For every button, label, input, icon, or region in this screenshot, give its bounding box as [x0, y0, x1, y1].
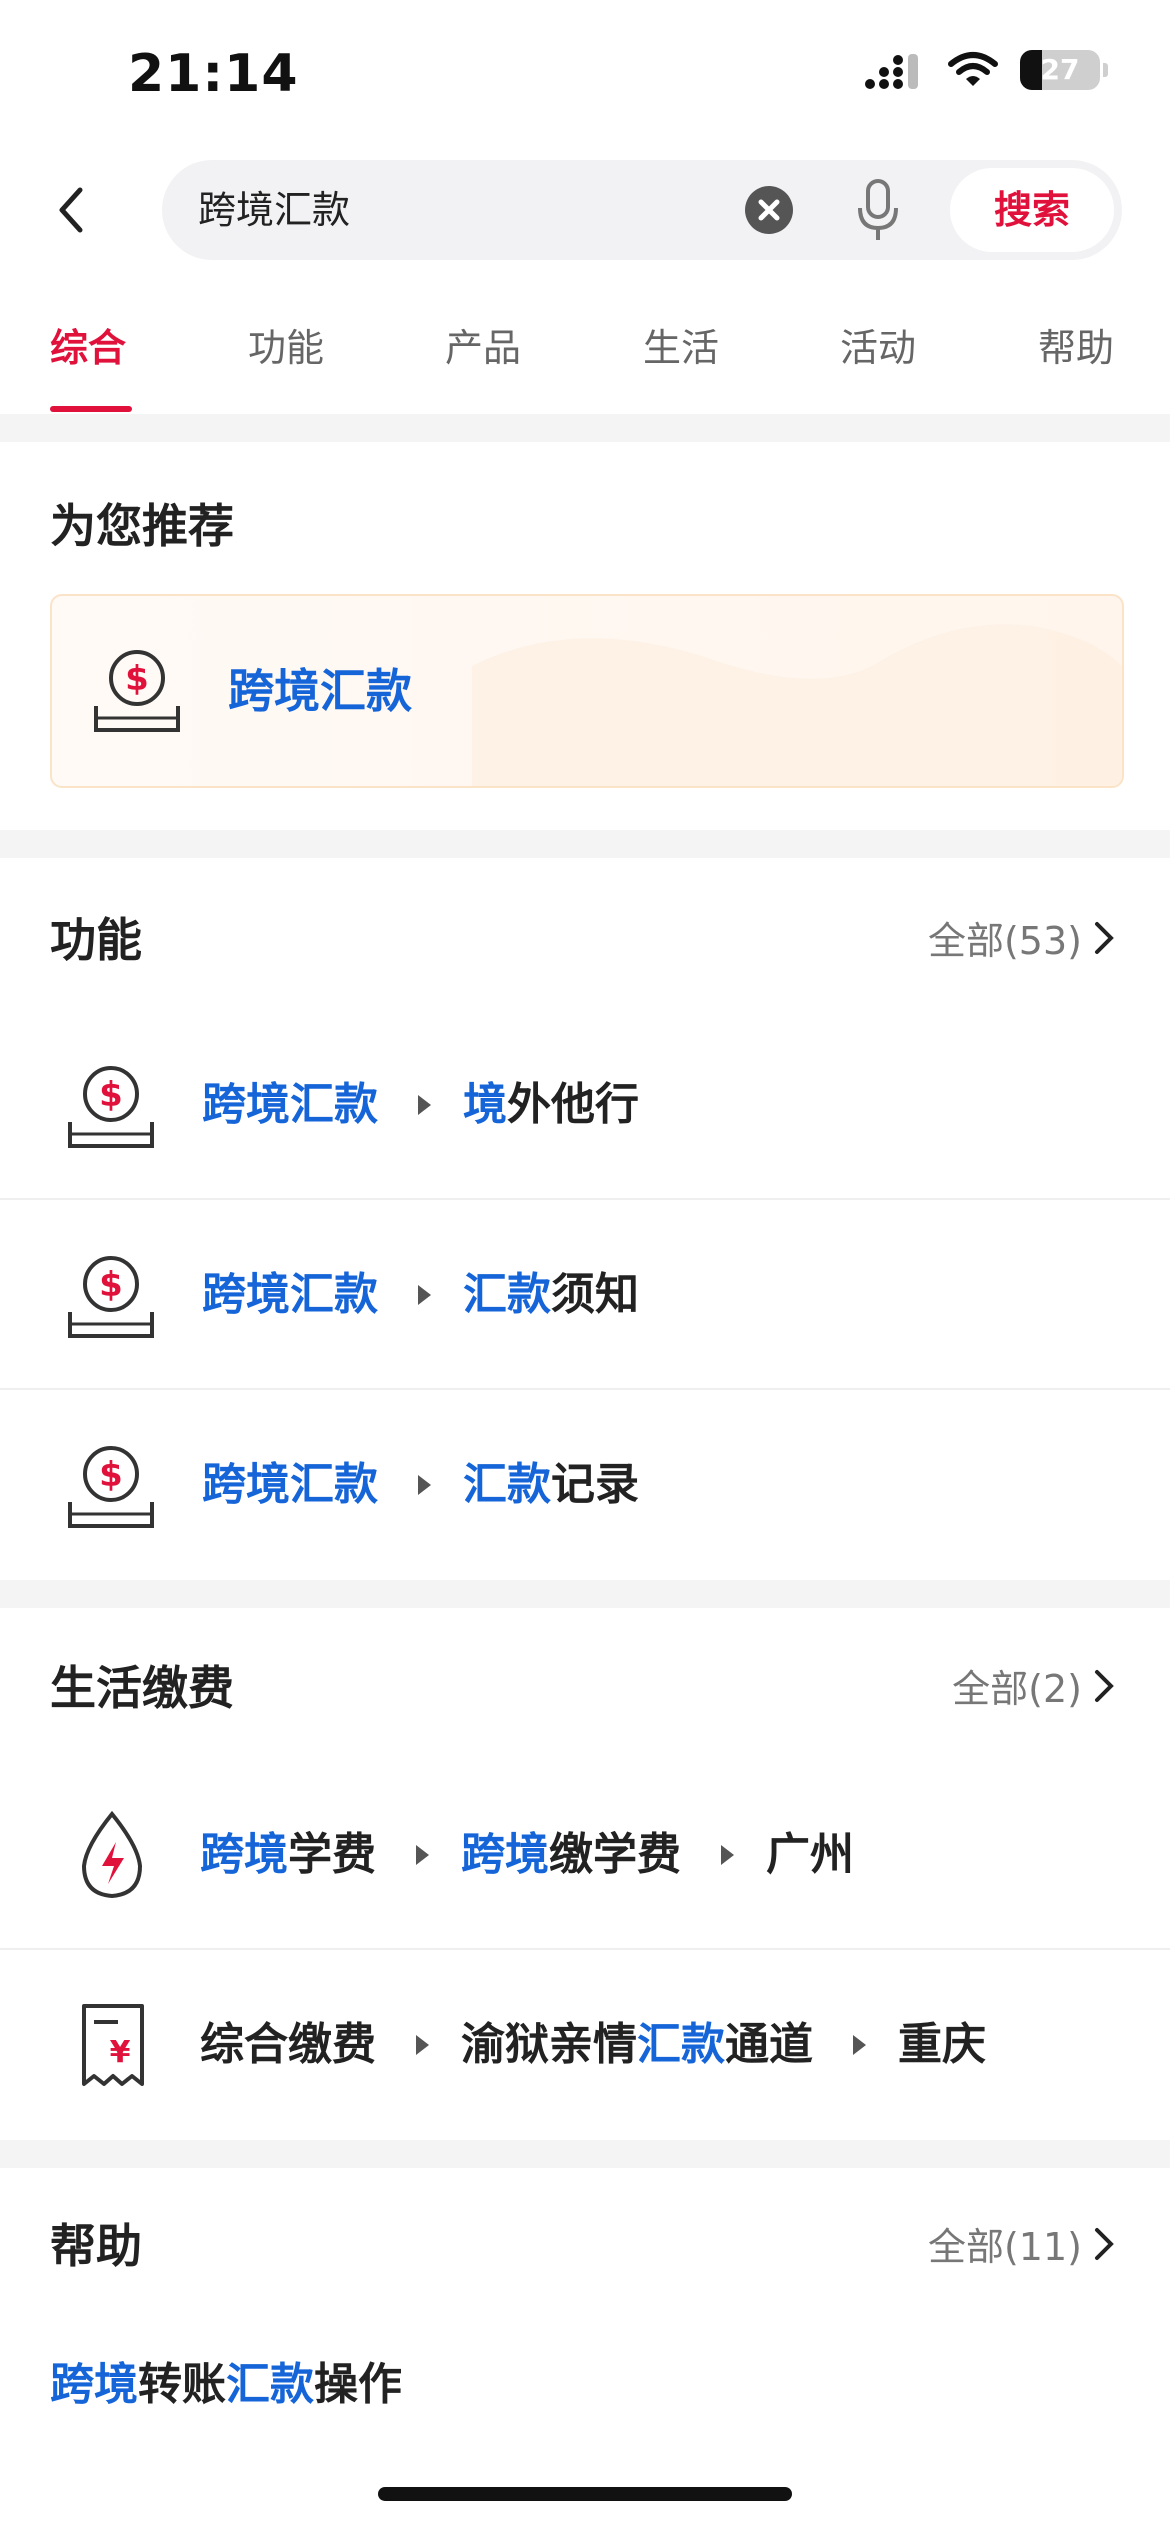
- life-payment-row[interactable]: 跨境 学费 跨境 缴学费 广州: [0, 1760, 1170, 1950]
- remittance-icon: $: [94, 650, 180, 732]
- life-payment-more-label: 全部(2): [952, 1667, 1082, 1711]
- path-segment: 缴学费: [549, 1829, 681, 1880]
- path-segment: 通道: [725, 2019, 813, 2070]
- remittance-icon: $: [68, 1446, 154, 1528]
- life-payment-more-link[interactable]: 全部(2): [952, 1658, 1116, 1713]
- path-segment: 跨境汇款: [202, 1079, 378, 1130]
- functions-more-link[interactable]: 全部(53): [928, 910, 1116, 965]
- chevron-right-icon: [1095, 2227, 1114, 2260]
- home-indicator[interactable]: [378, 2487, 792, 2501]
- path-segment: 渝狱亲情: [461, 2019, 637, 2070]
- svg-text:$: $: [99, 1455, 123, 1495]
- svg-text:$: $: [99, 1075, 123, 1115]
- life-payment-row[interactable]: ¥ 综合缴费 渝狱亲情 汇款 通道 重庆: [0, 1950, 1170, 2140]
- help-more-link[interactable]: 全部(11): [928, 2216, 1116, 2271]
- help-title: 帮助: [50, 2219, 142, 2273]
- search-input[interactable]: 跨境汇款: [198, 160, 350, 260]
- category-tabs: 综合 功能 产品 生活 活动 帮助: [0, 282, 1170, 414]
- path-segment-highlight: 汇款: [463, 1459, 551, 1510]
- section-divider: [0, 2140, 1170, 2168]
- back-arrow-icon[interactable]: [52, 180, 92, 240]
- section-divider: [0, 1580, 1170, 1608]
- svg-text:$: $: [99, 1265, 123, 1305]
- path-segment-highlight: 跨境: [461, 1829, 549, 1880]
- svg-text:$: $: [125, 659, 149, 699]
- search-header: 跨境汇款 搜索: [0, 140, 1170, 280]
- function-row-path: 跨境汇款 汇款 须知: [202, 1200, 639, 1390]
- tab-help[interactable]: 帮助: [1038, 282, 1114, 414]
- search-box[interactable]: 跨境汇款 搜索: [162, 160, 1122, 260]
- function-row-path: 跨境汇款 汇款 记录: [202, 1390, 639, 1580]
- chevron-right-icon: [1095, 921, 1114, 954]
- function-row[interactable]: $ 跨境汇款 汇款 记录: [0, 1390, 1170, 1580]
- utility-drop-icon: [81, 1810, 143, 1899]
- path-arrow-icon: [416, 1845, 429, 1865]
- help-text: 操作: [314, 2359, 402, 2410]
- active-tab-indicator: [50, 406, 132, 412]
- tab-products[interactable]: 产品: [445, 282, 521, 414]
- svg-text:¥: ¥: [110, 2035, 131, 2070]
- help-article-link[interactable]: 跨境转账汇款操作: [50, 2348, 402, 2412]
- help-text-highlight: 汇款: [226, 2359, 314, 2410]
- path-segment: 综合缴费: [200, 2019, 376, 2070]
- wifi-icon: [948, 52, 998, 86]
- path-segment-highlight: 汇款: [637, 2019, 725, 2070]
- help-text-highlight: 跨境: [50, 2359, 138, 2410]
- tab-life[interactable]: 生活: [643, 282, 719, 414]
- recommend-item-label: 跨境汇款: [228, 664, 412, 718]
- path-arrow-icon: [418, 1095, 431, 1115]
- battery-level: 27: [1040, 53, 1080, 86]
- path-arrow-icon: [721, 1845, 734, 1865]
- status-bar: 21:14 27: [0, 0, 1170, 140]
- remittance-icon: $: [68, 1066, 154, 1148]
- section-divider: [0, 830, 1170, 858]
- path-segment-highlight: 跨境: [200, 1829, 288, 1880]
- chevron-right-icon: [1095, 1669, 1114, 1702]
- path-arrow-icon: [853, 2035, 866, 2055]
- recommend-card[interactable]: $ 跨境汇款: [50, 594, 1124, 788]
- functions-more-label: 全部(53): [927, 919, 1082, 963]
- path-segment: 须知: [551, 1269, 639, 1320]
- tab-functions[interactable]: 功能: [248, 282, 324, 414]
- cellular-signal-icon: [865, 54, 918, 89]
- path-arrow-icon: [416, 2035, 429, 2055]
- functions-title: 功能: [50, 913, 142, 967]
- clear-icon[interactable]: [744, 185, 794, 235]
- bill-receipt-icon: ¥: [82, 2004, 144, 2086]
- status-icons: 27: [864, 50, 1108, 90]
- path-arrow-icon: [418, 1475, 431, 1495]
- path-segment-highlight: 汇款: [463, 1269, 551, 1320]
- function-row[interactable]: $ 跨境汇款 汇款 须知: [0, 1200, 1170, 1390]
- card-wave-decoration: [472, 624, 1122, 786]
- tab-comprehensive[interactable]: 综合: [50, 282, 126, 414]
- path-segment: 记录: [551, 1459, 639, 1510]
- function-row[interactable]: $ 跨境汇款 境外他行: [0, 1010, 1170, 1200]
- microphone-icon[interactable]: [854, 178, 902, 242]
- path-segment: 广州: [766, 1829, 854, 1880]
- path-segment: 外他行: [507, 1079, 639, 1130]
- battery-icon: 27: [1020, 50, 1108, 90]
- help-text: 转账: [138, 2359, 226, 2410]
- function-row-path: 跨境汇款 境外他行: [202, 1010, 639, 1200]
- life-payment-row-path: 跨境 学费 跨境 缴学费 广州: [200, 1760, 854, 1950]
- section-divider: [0, 414, 1170, 442]
- path-segment-highlight: 境: [463, 1079, 507, 1130]
- remittance-icon: $: [68, 1256, 154, 1338]
- tab-activities[interactable]: 活动: [840, 282, 916, 414]
- path-segment: 学费: [288, 1829, 376, 1880]
- recommend-title: 为您推荐: [50, 499, 234, 553]
- help-more-label: 全部(11): [927, 2225, 1082, 2269]
- path-segment: 重庆: [898, 2019, 986, 2070]
- path-arrow-icon: [418, 1285, 431, 1305]
- status-time: 21:14: [128, 44, 299, 104]
- path-segment: 跨境汇款: [202, 1459, 378, 1510]
- search-button[interactable]: 搜索: [950, 168, 1114, 252]
- life-payment-title: 生活缴费: [50, 1661, 234, 1715]
- life-payment-row-path: 综合缴费 渝狱亲情 汇款 通道 重庆: [200, 1950, 986, 2140]
- path-segment: 跨境汇款: [202, 1269, 378, 1320]
